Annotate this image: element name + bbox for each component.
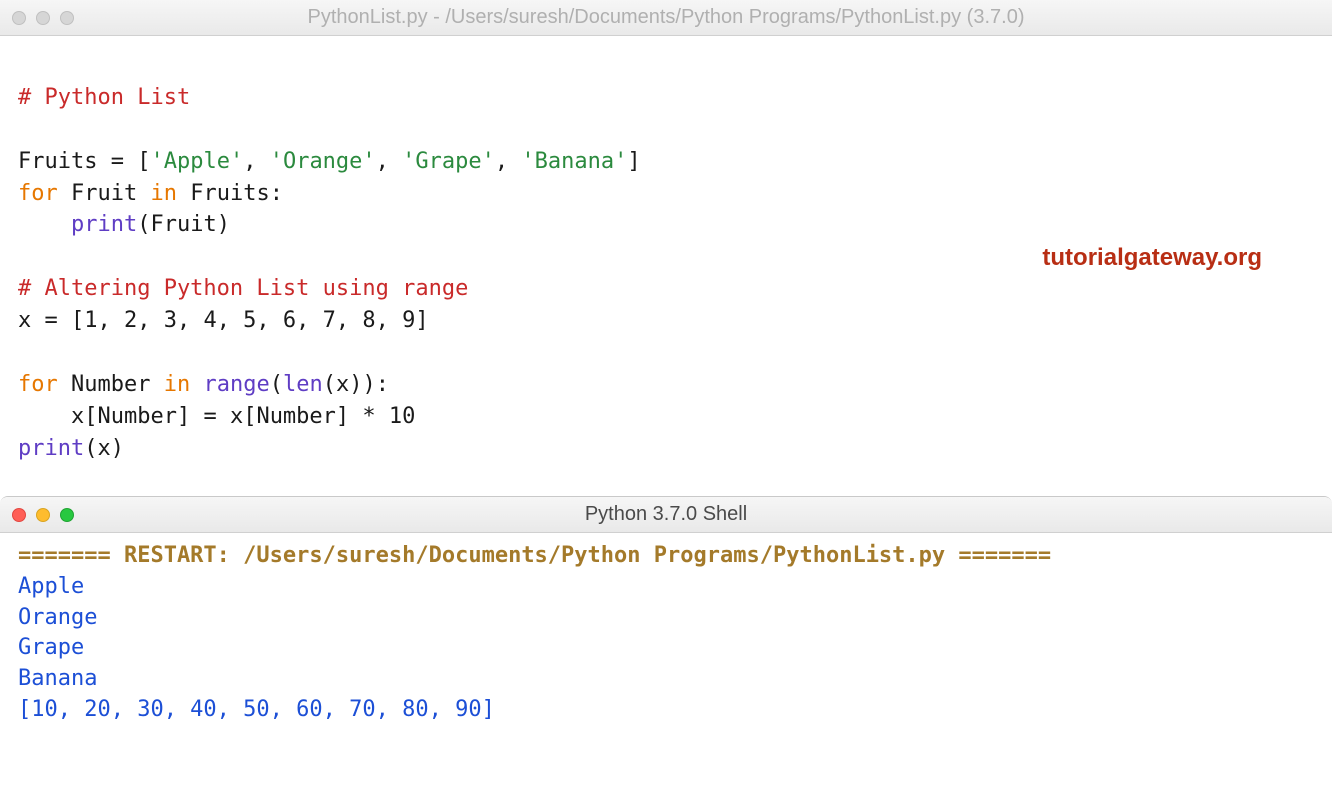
zoom-icon[interactable] [60, 11, 74, 25]
code-token: = [97, 149, 137, 174]
shell-restart-banner: ======= RESTART: /Users/suresh/Documents… [18, 543, 1051, 568]
minimize-icon[interactable] [36, 11, 50, 25]
shell-line: Grape [18, 635, 84, 660]
shell-line: Orange [18, 605, 97, 630]
editor-window: PythonList.py - /Users/suresh/Documents/… [0, 0, 1332, 496]
code-keyword: in [164, 372, 191, 397]
shell-window: Python 3.7.0 Shell ======= RESTART: /Use… [0, 496, 1332, 734]
code-token: , [376, 149, 403, 174]
traffic-lights-active [12, 508, 74, 522]
code-token: x [97, 436, 110, 461]
code-token: Fruits [190, 181, 269, 206]
code-token: ( [323, 372, 336, 397]
shell-title: Python 3.7.0 Shell [0, 503, 1332, 526]
code-token: Fruit [71, 181, 137, 206]
shell-line: Banana [18, 666, 97, 691]
code-token: [ [137, 149, 150, 174]
code-token: : [376, 372, 389, 397]
shell-line: [10, 20, 30, 40, 50, 60, 70, 80, 90] [18, 697, 495, 722]
editor-titlebar[interactable]: PythonList.py - /Users/suresh/Documents/… [0, 0, 1332, 36]
code-token: Number [71, 372, 150, 397]
shell-line: Apple [18, 574, 84, 599]
traffic-lights-inactive [12, 11, 74, 25]
minimize-icon[interactable] [36, 508, 50, 522]
close-icon[interactable] [12, 508, 26, 522]
code-editor[interactable]: # Python List Fruits = ['Apple', 'Orange… [0, 36, 1332, 496]
code-token: Fruits [18, 149, 97, 174]
code-token: x [18, 308, 31, 333]
code-token: , [243, 149, 270, 174]
code-token: ) [349, 372, 362, 397]
code-token: ) [362, 372, 375, 397]
shell-output[interactable]: ======= RESTART: /Users/suresh/Documents… [0, 533, 1332, 734]
code-token: x [336, 372, 349, 397]
code-keyword: for [18, 372, 58, 397]
code-builtin: print [18, 436, 84, 461]
zoom-icon[interactable] [60, 508, 74, 522]
code-token: ( [84, 436, 97, 461]
code-builtin: range [203, 372, 269, 397]
code-keyword: in [150, 181, 177, 206]
code-builtin: len [283, 372, 323, 397]
code-token: ) [217, 212, 230, 237]
code-token: ( [270, 372, 283, 397]
code-token: ) [111, 436, 124, 461]
code-token: = [31, 308, 71, 333]
code-string: 'Banana' [521, 149, 627, 174]
code-string: 'Grape' [402, 149, 495, 174]
code-builtin: print [71, 212, 137, 237]
code-token: = [190, 404, 230, 429]
code-token: : [270, 181, 283, 206]
code-comment: # Altering Python List using range [18, 276, 468, 301]
code-token: ( [137, 212, 150, 237]
watermark: tutorialgateway.org [1042, 241, 1262, 276]
code-token: x[Number] [71, 404, 190, 429]
code-token: ] [627, 149, 640, 174]
editor-title: PythonList.py - /Users/suresh/Documents/… [0, 6, 1332, 29]
code-string: 'Apple' [150, 149, 243, 174]
code-keyword: for [18, 181, 58, 206]
close-icon[interactable] [12, 11, 26, 25]
shell-titlebar[interactable]: Python 3.7.0 Shell [0, 497, 1332, 533]
code-token: Fruit [150, 212, 216, 237]
code-comment: # Python List [18, 85, 190, 110]
code-token: x[Number] * 10 [230, 404, 415, 429]
code-token: [1, 2, 3, 4, 5, 6, 7, 8, 9] [71, 308, 429, 333]
code-token: , [495, 149, 522, 174]
code-string: 'Orange' [270, 149, 376, 174]
